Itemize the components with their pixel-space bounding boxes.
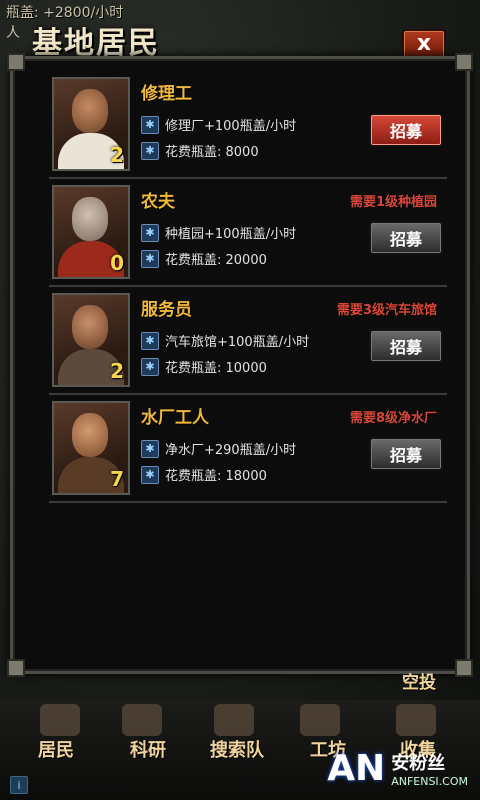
resident-row-waiter: 2 服务员 需要3级汽车旅馆 ✱ 汽车旅馆+100瓶盖/小时 ✱ 花费瓶盖: 100… bbox=[49, 289, 447, 395]
cost-icon: ✱ bbox=[141, 141, 159, 160]
panel-rivet bbox=[455, 659, 473, 677]
resident-count: 0 bbox=[110, 251, 124, 275]
cost-icon: ✱ bbox=[141, 465, 159, 484]
tab-research[interactable]: 科研 bbox=[130, 736, 166, 762]
panel-rivet bbox=[7, 659, 25, 677]
close-icon: x bbox=[416, 31, 432, 56]
farmer-portrait: 0 bbox=[52, 185, 130, 279]
research-tab-icon bbox=[122, 704, 162, 736]
workshop-tab-icon bbox=[300, 704, 340, 736]
population-label: 人 bbox=[6, 25, 20, 41]
production-icon: ✱ bbox=[141, 331, 159, 350]
watermark-domain: ANFENSI.COM bbox=[391, 775, 468, 788]
resident-count: 7 bbox=[110, 467, 124, 491]
recruit-button[interactable]: 招募 bbox=[369, 437, 443, 471]
portrait-face bbox=[72, 197, 108, 241]
resident-name: 农夫 bbox=[141, 192, 175, 212]
resident-count: 2 bbox=[110, 359, 124, 383]
cost-icon: ✱ bbox=[141, 357, 159, 376]
residents-tab-icon bbox=[40, 704, 80, 736]
cost-text: 花费瓶盖: 18000 bbox=[165, 469, 267, 484]
airdrop-label[interactable]: 空投 bbox=[402, 668, 436, 693]
cost-text: 花费瓶盖: 10000 bbox=[165, 361, 267, 376]
resident-requirement: 需要8级净水厂 bbox=[349, 411, 437, 426]
info-icon[interactable]: i bbox=[10, 776, 28, 794]
search-team-tab-icon bbox=[214, 704, 254, 736]
resident-row-farmer: 0 农夫 需要1级种植园 ✱ 种植园+100瓶盖/小时 ✱ 花费瓶盖: 20000 … bbox=[49, 181, 447, 287]
portrait-face bbox=[72, 89, 108, 133]
repairman-portrait: 2 bbox=[52, 77, 130, 171]
recruit-button[interactable]: 招募 bbox=[369, 113, 443, 147]
cost-icon: ✱ bbox=[141, 249, 159, 268]
production-icon: ✱ bbox=[141, 115, 159, 134]
portrait-face bbox=[72, 413, 108, 457]
water-worker-portrait: 7 bbox=[52, 401, 130, 495]
collect-tab-icon bbox=[396, 704, 436, 736]
resident-name: 服务员 bbox=[141, 300, 192, 320]
watermark-name: 安粉丝 bbox=[391, 753, 446, 774]
watermark-text: 安粉丝 ANFENSI.COM bbox=[391, 749, 468, 788]
resident-bonus: ✱ 汽车旅馆+100瓶盖/小时 bbox=[141, 331, 309, 350]
resident-requirement: 需要3级汽车旅馆 bbox=[336, 303, 437, 318]
bonus-text: 修理厂+100瓶盖/小时 bbox=[165, 119, 297, 134]
resident-bonus: ✱ 种植园+100瓶盖/小时 bbox=[141, 223, 296, 242]
production-icon: ✱ bbox=[141, 223, 159, 242]
watermark: AN 安粉丝 ANFENSI.COM bbox=[327, 748, 468, 789]
panel-rivet bbox=[455, 53, 473, 71]
resident-requirement: 需要1级种植园 bbox=[349, 195, 437, 210]
resident-count: 2 bbox=[110, 143, 124, 167]
resident-name: 修理工 bbox=[141, 84, 192, 104]
waiter-portrait: 2 bbox=[52, 293, 130, 387]
bonus-text: 汽车旅馆+100瓶盖/小时 bbox=[165, 335, 310, 350]
resident-cost: ✱ 花费瓶盖: 10000 bbox=[141, 357, 267, 376]
resident-row-repairman: 2 修理工 ✱ 修理厂+100瓶盖/小时 ✱ 花费瓶盖: 8000 招募 bbox=[49, 73, 447, 179]
resident-bonus: ✱ 修理厂+100瓶盖/小时 bbox=[141, 115, 296, 134]
bonus-text: 种植园+100瓶盖/小时 bbox=[165, 227, 297, 242]
tab-search-team[interactable]: 搜索队 bbox=[210, 736, 264, 762]
bonus-text: 净水厂+290瓶盖/小时 bbox=[165, 443, 297, 458]
cost-text: 花费瓶盖: 20000 bbox=[165, 253, 267, 268]
tab-residents[interactable]: 居民 bbox=[38, 736, 74, 762]
resident-cost: ✱ 花费瓶盖: 8000 bbox=[141, 141, 259, 160]
watermark-logo: AN bbox=[327, 748, 386, 789]
resident-bonus: ✱ 净水厂+290瓶盖/小时 bbox=[141, 439, 296, 458]
close-button[interactable]: x bbox=[402, 29, 446, 59]
resident-cost: ✱ 花费瓶盖: 20000 bbox=[141, 249, 267, 268]
production-icon: ✱ bbox=[141, 439, 159, 458]
portrait-face bbox=[72, 305, 108, 349]
residents-panel: 2 修理工 ✱ 修理厂+100瓶盖/小时 ✱ 花费瓶盖: 8000 招募 0 农夫 … bbox=[7, 53, 473, 677]
panel-rivet bbox=[7, 53, 25, 71]
recruit-button[interactable]: 招募 bbox=[369, 329, 443, 363]
resident-list: 2 修理工 ✱ 修理厂+100瓶盖/小时 ✱ 花费瓶盖: 8000 招募 0 农夫 … bbox=[49, 73, 447, 505]
resident-row-water-worker: 7 水厂工人 需要8级净水厂 ✱ 净水厂+290瓶盖/小时 ✱ 花费瓶盖: 1800… bbox=[49, 397, 447, 503]
resident-name: 水厂工人 bbox=[141, 408, 209, 428]
recruit-button[interactable]: 招募 bbox=[369, 221, 443, 255]
resident-cost: ✱ 花费瓶盖: 18000 bbox=[141, 465, 267, 484]
cost-text: 花费瓶盖: 8000 bbox=[165, 145, 259, 160]
